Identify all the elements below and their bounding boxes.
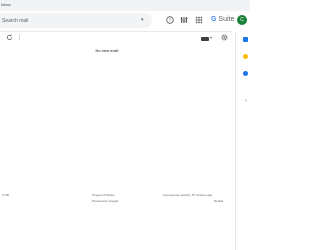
gear-icon[interactable] xyxy=(221,34,228,41)
empty-inbox-message: No new mail! xyxy=(95,48,119,53)
more-vert-icon[interactable] xyxy=(18,34,21,41)
header-divider xyxy=(0,31,232,32)
refresh-icon[interactable] xyxy=(6,34,13,41)
search-options-dropdown-icon[interactable]: ▾ xyxy=(141,17,144,23)
calendar-icon[interactable] xyxy=(243,37,248,42)
tasks-icon[interactable] xyxy=(243,71,248,76)
gsuite-logo-text: Suite xyxy=(216,16,235,23)
powered-by-google: Powered by Google xyxy=(92,199,119,203)
details-link[interactable]: Details xyxy=(214,199,223,203)
filter-icon[interactable] xyxy=(180,16,188,24)
keep-icon[interactable] xyxy=(243,54,248,59)
avatar[interactable]: C xyxy=(237,15,247,25)
window-title: Inbox xyxy=(1,2,11,7)
help-icon[interactable]: ? xyxy=(166,16,174,24)
apps-grid-icon[interactable] xyxy=(195,16,203,24)
side-panel xyxy=(235,32,251,250)
window-title-bar: Inbox xyxy=(0,0,250,11)
storage-usage: 0 GB xyxy=(2,193,9,197)
program-policies-link[interactable]: Program Policies xyxy=(92,193,115,197)
gsuite-logo: G Suite xyxy=(211,16,234,23)
search-bar[interactable]: Search mail ▾ xyxy=(0,13,152,28)
keyboard-chevron-icon[interactable]: ▾ xyxy=(210,35,212,40)
keyboard-icon[interactable] xyxy=(201,37,209,41)
search-input[interactable]: Search mail xyxy=(2,18,28,24)
chevron-right-icon[interactable]: › xyxy=(245,98,247,104)
last-activity: Last account activity: 45 minutes ago xyxy=(163,193,213,197)
